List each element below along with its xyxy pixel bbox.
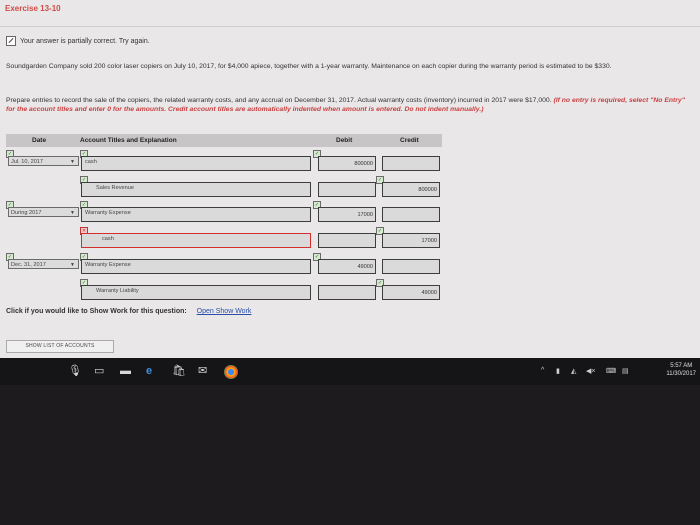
- problem-instructions: Prepare entries to record the sale of th…: [6, 97, 554, 104]
- show-list-of-accounts-button[interactable]: SHOW LIST OF ACCOUNTS: [6, 340, 114, 353]
- account-field[interactable]: Warranty Expense: [81, 207, 311, 222]
- journal-row: ✓ Dec. 31, 2017 ▼ ✓ Warranty Expense ✓ 49…: [6, 253, 442, 277]
- exercise-title: Exercise 13-10: [5, 4, 61, 13]
- debit-field[interactable]: [318, 285, 376, 300]
- credit-field[interactable]: [382, 259, 440, 274]
- divider: [0, 26, 700, 27]
- answer-status-text: Your answer is partially correct. Try ag…: [20, 37, 150, 45]
- problem-paragraph-2: Prepare entries to record the sale of th…: [6, 96, 690, 114]
- debit-field[interactable]: [318, 233, 376, 248]
- header-credit: Credit: [400, 137, 419, 144]
- monitor-bezel: [0, 385, 700, 525]
- header-account: Account Titles and Explanation: [80, 137, 177, 144]
- answer-status: Your answer is partially correct. Try ag…: [6, 36, 150, 46]
- journal-row: ✓ Warranty Liability ✓ 49000: [6, 279, 442, 303]
- task-view-icon[interactable]: ▭: [94, 365, 104, 377]
- journal-row: ✓ Jul. 10, 2017 ▼ ✓ cash ✓ 800000: [6, 150, 442, 174]
- date-select[interactable]: Dec. 31, 2017 ▼: [8, 259, 79, 269]
- chevron-up-icon[interactable]: ^: [541, 367, 544, 374]
- keyboard-icon[interactable]: ⌨: [606, 367, 616, 375]
- pencil-icon: [6, 36, 16, 46]
- date-select[interactable]: Jul. 10, 2017 ▼: [8, 156, 79, 166]
- browser-page: Exercise 13-10 Your answer is partially …: [0, 0, 700, 358]
- mail-icon[interactable]: ✉: [198, 365, 207, 377]
- dropdown-arrow-icon: ▼: [70, 262, 75, 268]
- date-select[interactable]: During 2017 ▼: [8, 207, 79, 217]
- notification-icon[interactable]: ▤: [622, 367, 629, 375]
- volume-icon[interactable]: ◀×: [586, 367, 595, 375]
- debit-field[interactable]: 49000: [318, 259, 376, 274]
- journal-row: ✕ cash ✓ 17000: [6, 227, 442, 251]
- journal-row: ✓ During 2017 ▼ ✓ Warranty Expense ✓ 1700…: [6, 201, 442, 225]
- debit-field[interactable]: [318, 182, 376, 197]
- edge-browser-icon[interactable]: e: [146, 365, 152, 377]
- store-icon[interactable]: 🛍: [172, 365, 186, 377]
- chrome-icon[interactable]: [224, 365, 238, 379]
- account-field[interactable]: Warranty Expense: [81, 259, 311, 274]
- clock-date: 11/30/2017: [666, 371, 696, 377]
- debit-field[interactable]: 17000: [318, 207, 376, 222]
- journal-row: ✓ Sales Revenue ✓ 800000: [6, 176, 442, 200]
- open-show-work-link[interactable]: Open Show Work: [197, 308, 252, 315]
- account-field[interactable]: Sales Revenue: [81, 182, 311, 197]
- account-field[interactable]: cash: [81, 233, 311, 248]
- header-debit: Debit: [336, 137, 353, 144]
- dropdown-arrow-icon: ▼: [70, 159, 75, 165]
- credit-field[interactable]: [382, 156, 440, 171]
- credit-field[interactable]: 49000: [382, 285, 440, 300]
- credit-field[interactable]: 17000: [382, 233, 440, 248]
- microphone-icon[interactable]: 🎙: [68, 365, 82, 377]
- battery-icon[interactable]: ▮: [556, 367, 560, 375]
- system-clock[interactable]: 5:57 AM 11/30/2017: [666, 362, 696, 378]
- network-icon[interactable]: ◭: [571, 367, 576, 375]
- journal-table-header: Date Account Titles and Explanation Debi…: [6, 134, 442, 147]
- taskbar: 🎙 ▭ ▬ e 🛍 ✉ ^ ▮ ◭ ◀× ⌨ ▤ 5:57 AM 11/30/2…: [0, 358, 700, 385]
- show-work-prompt: Click if you would like to Show Work for…: [6, 308, 251, 315]
- debit-field[interactable]: 800000: [318, 156, 376, 171]
- credit-field[interactable]: 800000: [382, 182, 440, 197]
- dropdown-arrow-icon: ▼: [70, 210, 75, 216]
- credit-field[interactable]: [382, 207, 440, 222]
- clock-time: 5:57 AM: [670, 363, 693, 369]
- file-explorer-icon[interactable]: ▬: [120, 365, 131, 377]
- account-field[interactable]: cash: [81, 156, 311, 171]
- problem-paragraph-1: Soundgarden Company sold 200 color laser…: [6, 63, 612, 70]
- show-work-label: Click if you would like to Show Work for…: [6, 308, 187, 315]
- account-field[interactable]: Warranty Liability: [81, 285, 311, 300]
- header-date: Date: [32, 137, 47, 144]
